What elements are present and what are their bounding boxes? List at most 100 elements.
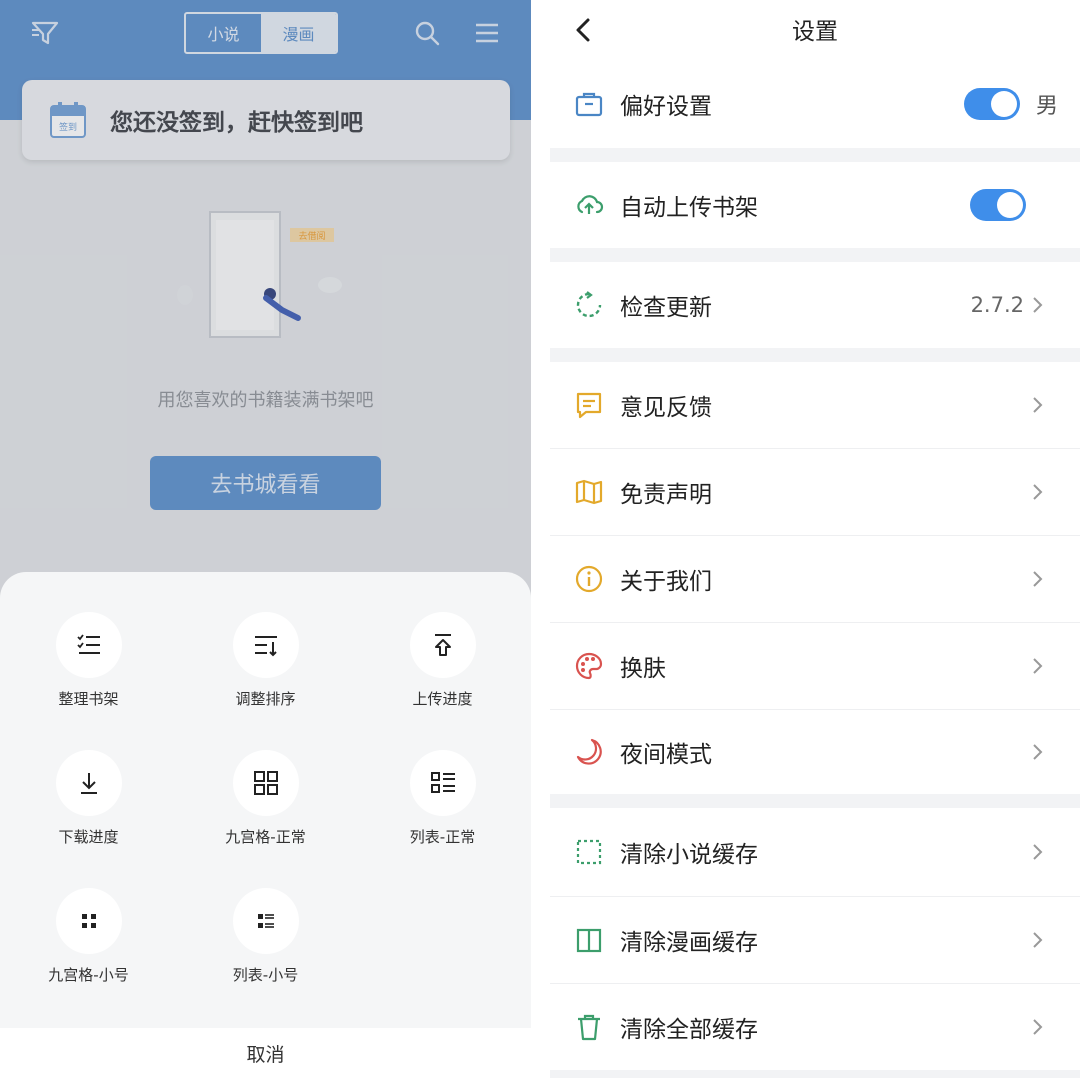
action-label: 列表-小号 — [232, 966, 299, 984]
empty-shelf-illustration: 去借阅 — [177, 211, 342, 338]
action-upload-progress[interactable]: 上传进度 — [354, 612, 531, 732]
filter-icon[interactable] — [30, 18, 60, 48]
action-label: 调整排序 — [235, 690, 296, 708]
chevron-right-icon — [1033, 932, 1043, 948]
grid-small-icon — [81, 914, 96, 928]
signin-card[interactable]: 签到 您还没签到，赶快签到吧 — [22, 80, 510, 160]
list-small-icon — [257, 914, 274, 928]
action-icon-circle — [232, 750, 299, 816]
action-grid-small[interactable]: 九宫格-小号 — [0, 888, 177, 1008]
action-label: 九宫格-小号 — [48, 966, 129, 984]
palette-icon — [575, 652, 603, 680]
action-label: 上传进度 — [412, 690, 473, 708]
setting-clear-novel-cache[interactable]: 清除小说缓存 — [550, 808, 1080, 896]
download-icon — [80, 773, 97, 794]
upload-icon — [434, 634, 451, 656]
trash-icon — [578, 1014, 600, 1041]
book-icon — [576, 928, 602, 953]
setting-label: 换肤 — [620, 656, 666, 682]
setting-label: 免责声明 — [620, 482, 712, 508]
goto-bookstore-button[interactable]: 去书城看看 — [150, 456, 381, 510]
toggle-knob — [997, 192, 1023, 218]
action-sheet: 整理书架 调整排序 上传进度 下载进度 九宫格-正常 列表-正常 九宫格-小号 … — [0, 572, 531, 1078]
setting-label: 清除漫画缓存 — [620, 930, 758, 956]
preference-toggle[interactable] — [964, 88, 1020, 120]
action-icon-circle — [55, 612, 122, 678]
illustration-sign-text: 去借阅 — [298, 230, 325, 242]
action-download-progress[interactable]: 下载进度 — [0, 750, 177, 870]
setting-label: 清除全部缓存 — [620, 1017, 758, 1043]
refresh-icon — [576, 291, 602, 318]
tab-novel[interactable]: 小说 — [186, 14, 261, 52]
action-label: 下载进度 — [58, 828, 119, 846]
setting-disclaimer[interactable]: 免责声明 — [550, 449, 1080, 535]
setting-label: 意见反馈 — [620, 395, 712, 421]
chevron-right-icon — [1033, 1019, 1043, 1035]
map-icon — [575, 479, 603, 505]
action-icon-circle — [409, 750, 476, 816]
chevron-right-icon — [1033, 397, 1043, 413]
empty-shelf-text: 用您喜欢的书籍装满书架吧 — [157, 390, 374, 411]
calendar-icon: 签到 — [50, 102, 86, 138]
chevron-right-icon — [1033, 658, 1043, 674]
setting-label: 关于我们 — [620, 569, 712, 595]
tab-comic[interactable]: 漫画 — [261, 14, 336, 52]
action-adjust-sort[interactable]: 调整排序 — [177, 612, 354, 732]
action-label: 九宫格-正常 — [225, 828, 306, 846]
setting-auto-upload[interactable]: 自动上传书架 — [550, 162, 1080, 248]
content-type-switch: 小说 漫画 — [184, 12, 338, 54]
checklist-icon — [76, 634, 100, 654]
setting-feedback[interactable]: 意见反馈 — [550, 362, 1080, 448]
dashed-square-icon — [576, 839, 602, 865]
action-label: 列表-正常 — [409, 828, 476, 846]
settings-panel: 设置 偏好设置 男 自动上传书架 检查更新 2.7.2 意见反馈 免责声明 关于… — [550, 0, 1080, 1078]
chevron-right-icon — [1033, 571, 1043, 587]
search-icon[interactable] — [414, 20, 440, 46]
menu-icon[interactable] — [474, 20, 500, 46]
app-version: 2.7.2 — [970, 293, 1024, 317]
setting-about[interactable]: 关于我们 — [550, 536, 1080, 622]
moon-icon — [576, 738, 602, 765]
chevron-right-icon — [1033, 844, 1043, 860]
grid-icon — [253, 771, 278, 795]
action-icon-circle — [55, 750, 122, 816]
setting-label: 夜间模式 — [620, 742, 712, 768]
setting-label: 偏好设置 — [620, 94, 712, 120]
briefcase-icon — [575, 92, 603, 117]
setting-night-mode[interactable]: 夜间模式 — [550, 710, 1080, 794]
setting-skin[interactable]: 换肤 — [550, 623, 1080, 709]
feedback-icon — [576, 392, 602, 419]
chevron-right-icon — [1033, 484, 1043, 500]
setting-check-update[interactable]: 检查更新 2.7.2 — [550, 262, 1080, 348]
action-list-normal[interactable]: 列表-正常 — [354, 750, 531, 870]
action-icon-circle — [409, 612, 476, 678]
action-icon-circle — [232, 888, 299, 954]
action-label: 整理书架 — [58, 690, 119, 708]
action-icon-circle — [55, 888, 122, 954]
chevron-right-icon — [1033, 744, 1043, 760]
page-title: 设置 — [792, 19, 838, 45]
setting-label: 清除小说缓存 — [620, 842, 758, 868]
auto-upload-toggle[interactable] — [970, 189, 1026, 221]
action-icon-circle — [232, 612, 299, 678]
cancel-button[interactable]: 取消 — [0, 1028, 531, 1078]
action-organize-shelf[interactable]: 整理书架 — [0, 612, 177, 732]
preference-value: 男 — [1035, 94, 1058, 119]
cloud-upload-icon — [577, 195, 604, 214]
setting-clear-comic-cache[interactable]: 清除漫画缓存 — [550, 897, 1080, 983]
settings-header: 设置 — [550, 0, 1080, 60]
action-grid-normal[interactable]: 九宫格-正常 — [177, 750, 354, 870]
calendar-badge-text: 签到 — [59, 121, 77, 133]
chevron-right-icon — [1033, 297, 1043, 313]
action-list-small[interactable]: 列表-小号 — [177, 888, 354, 1008]
setting-preference[interactable]: 偏好设置 男 — [550, 60, 1080, 148]
toggle-knob — [991, 91, 1017, 117]
setting-label: 检查更新 — [620, 295, 712, 321]
sort-icon — [254, 636, 277, 657]
setting-label: 自动上传书架 — [620, 195, 758, 221]
list-icon — [430, 772, 455, 793]
signin-prompt: 您还没签到，赶快签到吧 — [110, 110, 363, 136]
bookshelf-panel: 小说 漫画 签到 您还没签到，赶快签到吧 去借阅 用您喜欢的书籍装满书架吧 去书… — [0, 0, 531, 1078]
setting-clear-all-cache[interactable]: 清除全部缓存 — [550, 984, 1080, 1070]
info-icon — [575, 565, 603, 593]
